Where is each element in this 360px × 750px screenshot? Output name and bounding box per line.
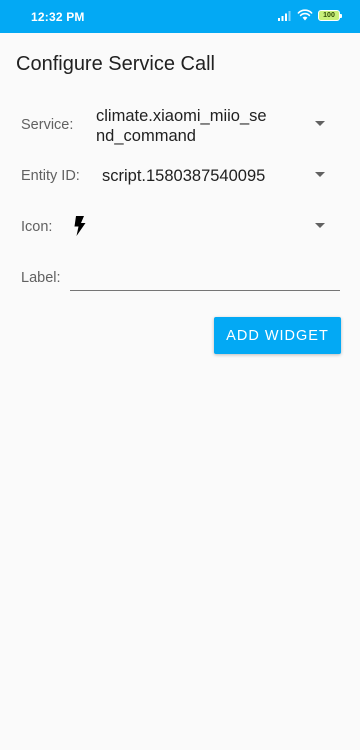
service-value-line1: climate.xiaomi_miio_se [96,107,267,125]
entity-id-dropdown-arrow-icon[interactable] [315,172,325,177]
battery-level: 100 [323,11,335,19]
service-dropdown-arrow-icon[interactable] [315,121,325,126]
icon-label: Icon: [21,219,53,235]
status-icons: 100 [278,9,342,21]
entity-id-dropdown[interactable]: script.1580387540095 [102,166,265,186]
status-time: 12:32 PM [31,10,85,24]
label-input[interactable] [70,262,340,291]
entity-id-label: Entity ID: [21,168,80,184]
battery-icon: 100 [318,9,342,21]
page-title: Configure Service Call [16,53,215,75]
label-field-label: Label: [21,270,61,286]
add-widget-button[interactable]: ADD WIDGET [214,317,341,354]
flash-icon[interactable] [73,216,86,236]
wifi-icon [297,9,313,21]
service-value-line2: nd_command [96,127,196,145]
service-label: Service: [21,117,74,133]
service-dropdown[interactable]: climate.xiaomi_miio_se nd_command [96,106,286,146]
signal-icon [278,11,291,21]
icon-dropdown-arrow-icon[interactable] [315,223,325,228]
status-bar: 12:32 PM 100 [0,0,360,33]
